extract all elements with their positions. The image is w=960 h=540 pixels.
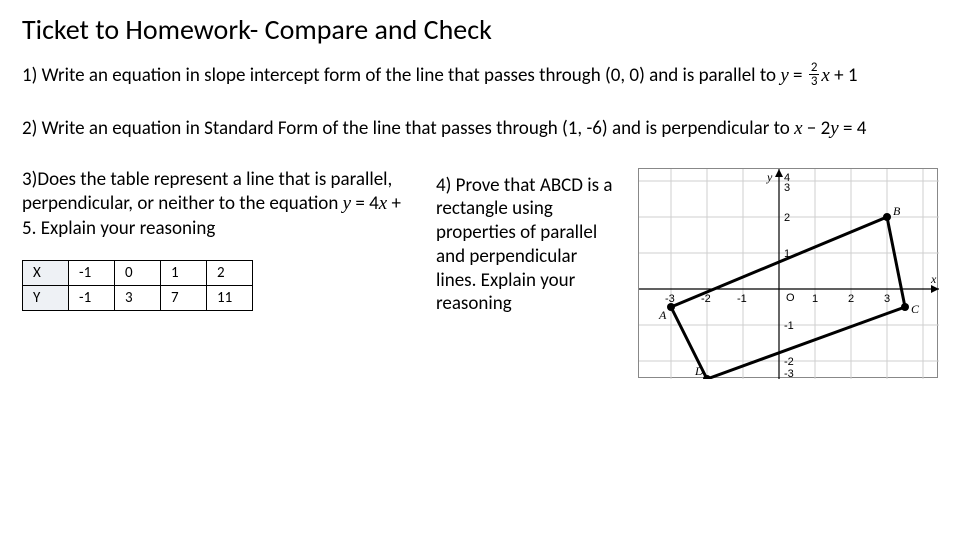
cell: 2 bbox=[207, 260, 253, 285]
q2-y: y bbox=[830, 118, 838, 139]
q2-mid: − 2 bbox=[803, 117, 831, 140]
tick: -1 bbox=[737, 293, 747, 305]
cell: 0 bbox=[115, 260, 161, 285]
cell: 7 bbox=[161, 285, 207, 310]
tick: 3 bbox=[884, 293, 890, 305]
label-a: A bbox=[658, 308, 667, 322]
q3-x: x bbox=[379, 193, 387, 214]
row-header-y: Y bbox=[23, 285, 69, 310]
q1-x: x bbox=[821, 65, 829, 86]
tick: 4 bbox=[784, 172, 790, 184]
label-d: D bbox=[694, 364, 704, 378]
question-4: 4) Prove that ABCD is a rectangle using … bbox=[436, 168, 614, 317]
q3-eq: = 4 bbox=[351, 192, 379, 215]
q2-tail: = 4 bbox=[839, 117, 867, 140]
question-2: 2) Write an equation in Standard Form of… bbox=[22, 116, 912, 142]
point-c bbox=[901, 303, 909, 311]
tick: 2 bbox=[784, 212, 790, 224]
q3-y: y bbox=[343, 193, 351, 214]
point-a bbox=[667, 303, 675, 311]
table-row: X -1 0 1 2 bbox=[23, 260, 253, 285]
tick: -2 bbox=[784, 356, 794, 368]
cell: -1 bbox=[69, 285, 115, 310]
tick: 2 bbox=[848, 293, 854, 305]
row-header-x: X bbox=[23, 260, 69, 285]
label-b: B bbox=[893, 204, 901, 218]
axes bbox=[639, 169, 939, 379]
cell: 3 bbox=[115, 285, 161, 310]
cell: -1 bbox=[69, 260, 115, 285]
grid-lines bbox=[639, 169, 939, 379]
q3-pre: 3)Does the table represent a line that i… bbox=[22, 168, 392, 216]
q3-post: . Explain your reasoning bbox=[32, 217, 216, 240]
q3-table: X -1 0 1 2 Y -1 3 7 11 bbox=[22, 260, 253, 311]
table-row: Y -1 3 7 11 bbox=[23, 285, 253, 310]
q1-fraction: 23 bbox=[809, 61, 820, 88]
y-axis-label: y bbox=[766, 170, 773, 184]
question-1: 1) Write an equation in slope intercept … bbox=[22, 63, 912, 90]
q1-frac-num: 2 bbox=[809, 61, 820, 75]
tick: -3 bbox=[784, 368, 794, 379]
q1-tail: + 1 bbox=[830, 64, 858, 87]
q2-x: x bbox=[794, 118, 802, 139]
tick: -1 bbox=[784, 320, 794, 332]
cell: 11 bbox=[207, 285, 253, 310]
tick: 1 bbox=[812, 293, 818, 305]
q1-text: 1) Write an equation in slope intercept … bbox=[22, 64, 780, 87]
q2-text: 2) Write an equation in Standard Form of… bbox=[22, 117, 794, 140]
page-title: Ticket to Homework- Compare and Check bbox=[22, 12, 938, 47]
label-c: C bbox=[911, 302, 920, 316]
origin-label: O bbox=[786, 292, 795, 304]
worksheet-page: Ticket to Homework- Compare and Check 1)… bbox=[0, 0, 960, 540]
point-b bbox=[883, 213, 891, 221]
q1-frac-den: 3 bbox=[809, 75, 820, 88]
cell: 1 bbox=[161, 260, 207, 285]
question-3-block: 3)Does the table represent a line that i… bbox=[22, 168, 412, 311]
coordinate-grid: x y O -3 -2 -1 1 2 3 1 2 3 4 bbox=[639, 169, 939, 379]
x-axis-label: x bbox=[930, 272, 937, 286]
row-q3-q4: 3)Does the table represent a line that i… bbox=[22, 168, 938, 378]
q1-y: y bbox=[780, 65, 788, 86]
question-3: 3)Does the table represent a line that i… bbox=[22, 168, 412, 242]
q4-graph: x y O -3 -2 -1 1 2 3 1 2 3 4 bbox=[638, 168, 938, 378]
q1-eq: = bbox=[789, 64, 807, 87]
